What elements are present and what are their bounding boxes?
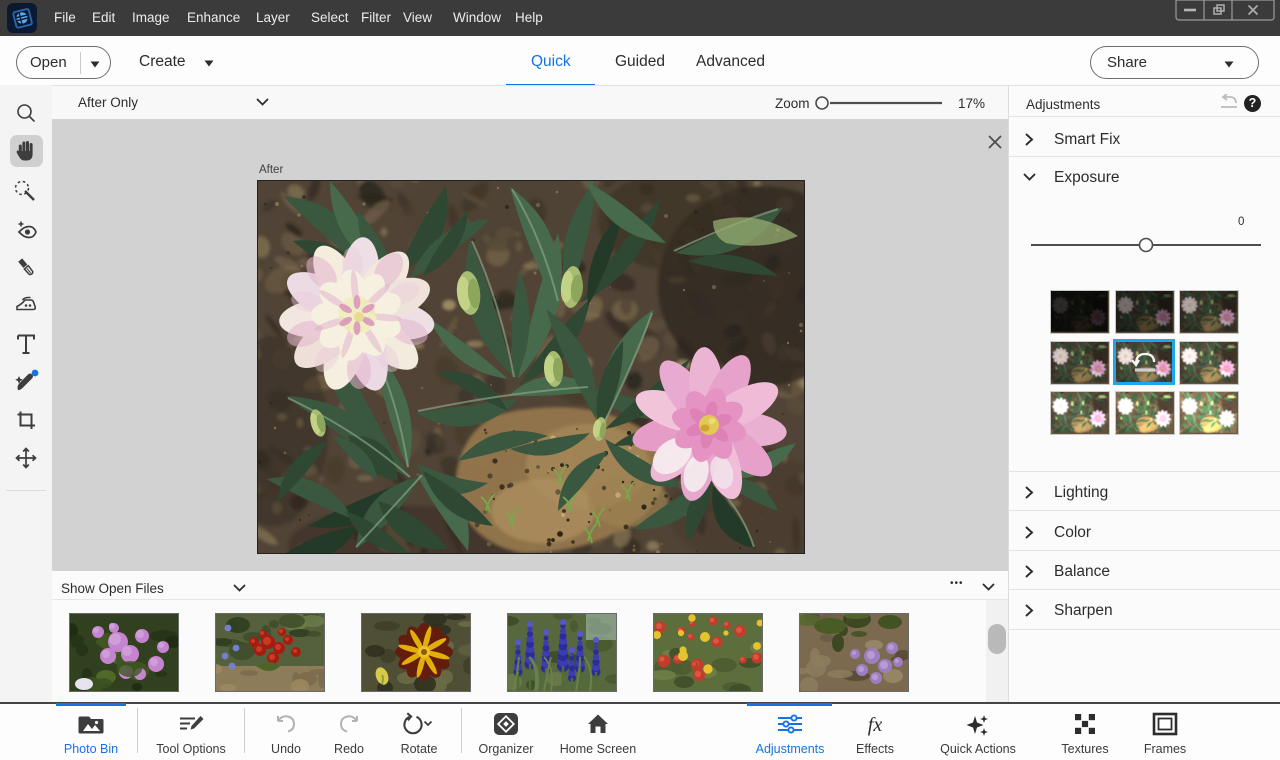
svg-text:fx: fx [868, 714, 883, 736]
